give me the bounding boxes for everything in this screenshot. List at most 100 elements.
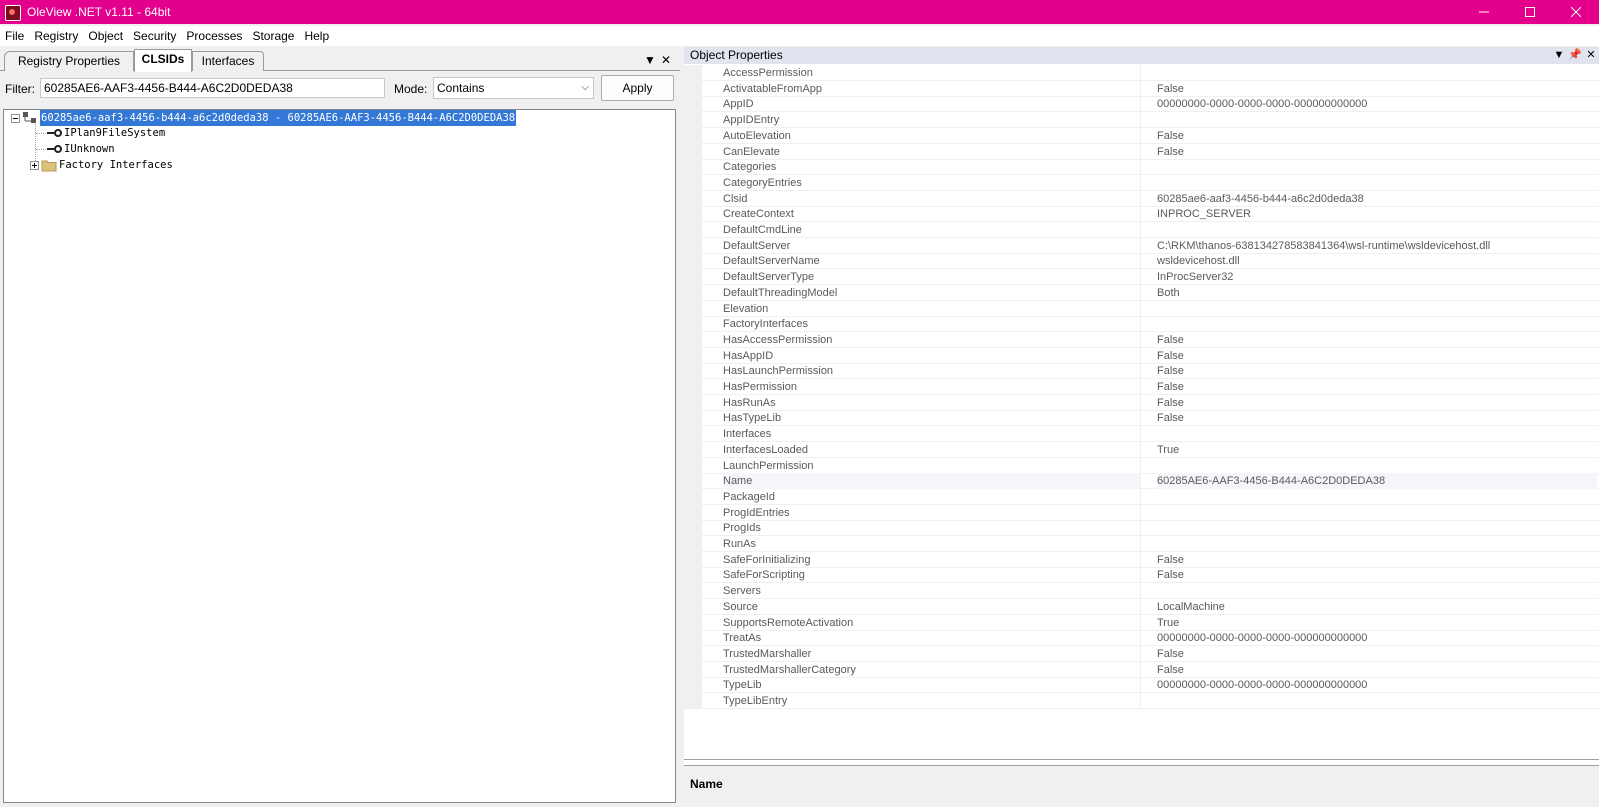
property-value[interactable] xyxy=(1157,520,1597,536)
menu-object[interactable]: Object xyxy=(83,26,128,46)
tree-item-iplan9filesystem[interactable]: IPlan9FileSystem xyxy=(44,125,165,141)
tab-interfaces[interactable]: Interfaces xyxy=(192,51,264,71)
property-row[interactable]: HasLaunchPermission False xyxy=(684,363,1599,380)
property-row[interactable]: HasAccessPermission False xyxy=(684,331,1599,348)
property-row[interactable]: DefaultThreadingModel Both xyxy=(684,284,1599,301)
panel-close-icon[interactable]: ✕ xyxy=(1583,47,1599,64)
property-value[interactable] xyxy=(1157,489,1597,505)
property-value[interactable] xyxy=(1157,301,1597,317)
property-row[interactable]: DefaultServerType InProcServer32 xyxy=(684,269,1599,286)
tab-clsids[interactable]: CLSIDs xyxy=(134,49,192,72)
property-row[interactable]: Source LocalMachine xyxy=(684,598,1599,615)
property-row[interactable]: Name 60285AE6-AAF3-4456-B444-A6C2D0DEDA38 xyxy=(684,473,1599,490)
apply-button[interactable]: Apply xyxy=(601,75,674,101)
property-value[interactable]: False xyxy=(1157,379,1597,395)
property-value[interactable]: False xyxy=(1157,363,1597,379)
property-row[interactable]: DefaultCmdLine xyxy=(684,222,1599,238)
property-value[interactable]: False xyxy=(1157,144,1597,160)
clsid-tree[interactable]: 60285ae6-aaf3-4456-b444-a6c2d0deda38 - 6… xyxy=(3,109,676,803)
property-value[interactable]: LocalMachine xyxy=(1157,599,1597,615)
property-value[interactable]: 00000000-0000-0000-0000-000000000000 xyxy=(1157,677,1597,693)
property-row[interactable]: FactoryInterfaces xyxy=(684,316,1599,333)
property-value[interactable] xyxy=(1157,222,1597,238)
property-row[interactable]: AppIDEntry xyxy=(684,112,1599,129)
property-row[interactable]: ProgIdEntries xyxy=(684,504,1599,521)
filter-input[interactable] xyxy=(40,78,385,98)
collapse-icon[interactable] xyxy=(11,113,20,123)
property-row[interactable]: DefaultServer C:\RKM\thanos-6381342785838… xyxy=(684,237,1599,254)
mode-select[interactable]: Contains ⌵ xyxy=(433,77,594,99)
tree-item-factory-interfaces[interactable]: Factory Interfaces xyxy=(30,157,173,173)
property-value[interactable]: False xyxy=(1157,410,1597,426)
property-value[interactable]: True xyxy=(1157,442,1597,458)
property-row[interactable]: CanElevate False xyxy=(684,143,1599,160)
property-row[interactable]: AppID 00000000-0000-0000-0000-00000000000… xyxy=(684,96,1599,113)
property-value[interactable]: False xyxy=(1157,128,1597,144)
tab-registry-properties[interactable]: Registry Properties xyxy=(4,51,134,71)
panel-dropdown-icon[interactable]: ▼ xyxy=(1551,47,1567,64)
property-value[interactable] xyxy=(1157,426,1597,442)
property-row[interactable]: Categories xyxy=(684,159,1599,176)
tab-close-icon[interactable]: ✕ xyxy=(661,53,671,67)
property-row[interactable]: Clsid 60285ae6-aaf3-4456-b444-a6c2d0deda3… xyxy=(684,190,1599,207)
tree-root-node[interactable]: 60285ae6-aaf3-4456-b444-a6c2d0deda38 - 6… xyxy=(11,110,517,126)
property-value[interactable]: False xyxy=(1157,567,1597,583)
property-value[interactable]: False xyxy=(1157,348,1597,364)
property-value[interactable]: C:\RKM\thanos-638134278583841364\wsl-run… xyxy=(1157,238,1597,254)
property-value[interactable] xyxy=(1157,159,1597,175)
property-value[interactable]: False xyxy=(1157,395,1597,411)
property-value[interactable]: False xyxy=(1157,332,1597,348)
property-value[interactable]: False xyxy=(1157,81,1597,97)
minimize-button[interactable] xyxy=(1461,0,1507,24)
property-value[interactable]: Both xyxy=(1157,285,1597,301)
menu-help[interactable]: Help xyxy=(299,26,334,46)
property-row[interactable]: DefaultServerName wsldevicehost.dll xyxy=(684,253,1599,270)
property-value[interactable]: False xyxy=(1157,662,1597,678)
menu-file[interactable]: File xyxy=(0,26,29,46)
property-row[interactable]: Elevation xyxy=(684,300,1599,317)
property-row[interactable]: ActivatableFromApp False xyxy=(684,80,1599,97)
property-value[interactable]: InProcServer32 xyxy=(1157,269,1597,285)
property-row[interactable]: TreatAs 00000000-0000-0000-0000-000000000… xyxy=(684,630,1599,647)
property-row[interactable]: CategoryEntries xyxy=(684,174,1599,191)
property-row[interactable]: TrustedMarshaller False xyxy=(684,645,1599,662)
property-value[interactable] xyxy=(1157,458,1597,474)
property-value[interactable]: 60285ae6-aaf3-4456-b444-a6c2d0deda38 xyxy=(1157,191,1597,207)
property-value[interactable] xyxy=(1157,112,1597,128)
property-value[interactable]: True xyxy=(1157,615,1597,631)
property-value[interactable]: wsldevicehost.dll xyxy=(1157,253,1597,269)
property-row[interactable]: AccessPermission xyxy=(684,65,1599,81)
property-row[interactable]: SupportsRemoteActivation True xyxy=(684,614,1599,631)
property-row[interactable]: Servers xyxy=(684,583,1599,600)
property-value[interactable]: 60285AE6-AAF3-4456-B444-A6C2D0DEDA38 xyxy=(1157,473,1597,490)
property-value[interactable]: False xyxy=(1157,552,1597,568)
menu-registry[interactable]: Registry xyxy=(29,26,83,46)
property-row[interactable]: LaunchPermission xyxy=(684,457,1599,474)
property-value[interactable] xyxy=(1157,175,1597,191)
property-row[interactable]: Interfaces xyxy=(684,426,1599,443)
pin-icon[interactable]: 📌 xyxy=(1567,47,1583,64)
property-value[interactable] xyxy=(1157,316,1597,332)
property-value[interactable]: INPROC_SERVER xyxy=(1157,206,1597,222)
menu-processes[interactable]: Processes xyxy=(181,26,247,46)
property-value[interactable] xyxy=(1157,583,1597,599)
property-value[interactable] xyxy=(1157,65,1597,81)
property-row[interactable]: TypeLib 00000000-0000-0000-0000-000000000… xyxy=(684,677,1599,694)
maximize-button[interactable] xyxy=(1507,0,1553,24)
property-row[interactable]: HasAppID False xyxy=(684,347,1599,364)
property-value[interactable]: False xyxy=(1157,646,1597,662)
property-row[interactable]: RunAs xyxy=(684,536,1599,552)
tab-dropdown-icon[interactable]: ▼ xyxy=(644,53,656,67)
property-row[interactable]: HasRunAs False xyxy=(684,394,1599,411)
property-value[interactable] xyxy=(1157,505,1597,521)
close-window-button[interactable] xyxy=(1553,0,1599,24)
property-row[interactable]: TypeLibEntry xyxy=(684,693,1599,709)
property-row[interactable]: TrustedMarshallerCategory False xyxy=(684,661,1599,678)
property-value[interactable] xyxy=(1157,693,1597,709)
property-value[interactable]: 00000000-0000-0000-0000-000000000000 xyxy=(1157,96,1597,112)
property-row[interactable]: AutoElevation False xyxy=(684,127,1599,144)
property-row[interactable]: CreateContext INPROC_SERVER xyxy=(684,206,1599,223)
property-row[interactable]: SafeForScripting False xyxy=(684,567,1599,584)
menu-storage[interactable]: Storage xyxy=(247,26,299,46)
property-row[interactable]: PackageId xyxy=(684,488,1599,505)
